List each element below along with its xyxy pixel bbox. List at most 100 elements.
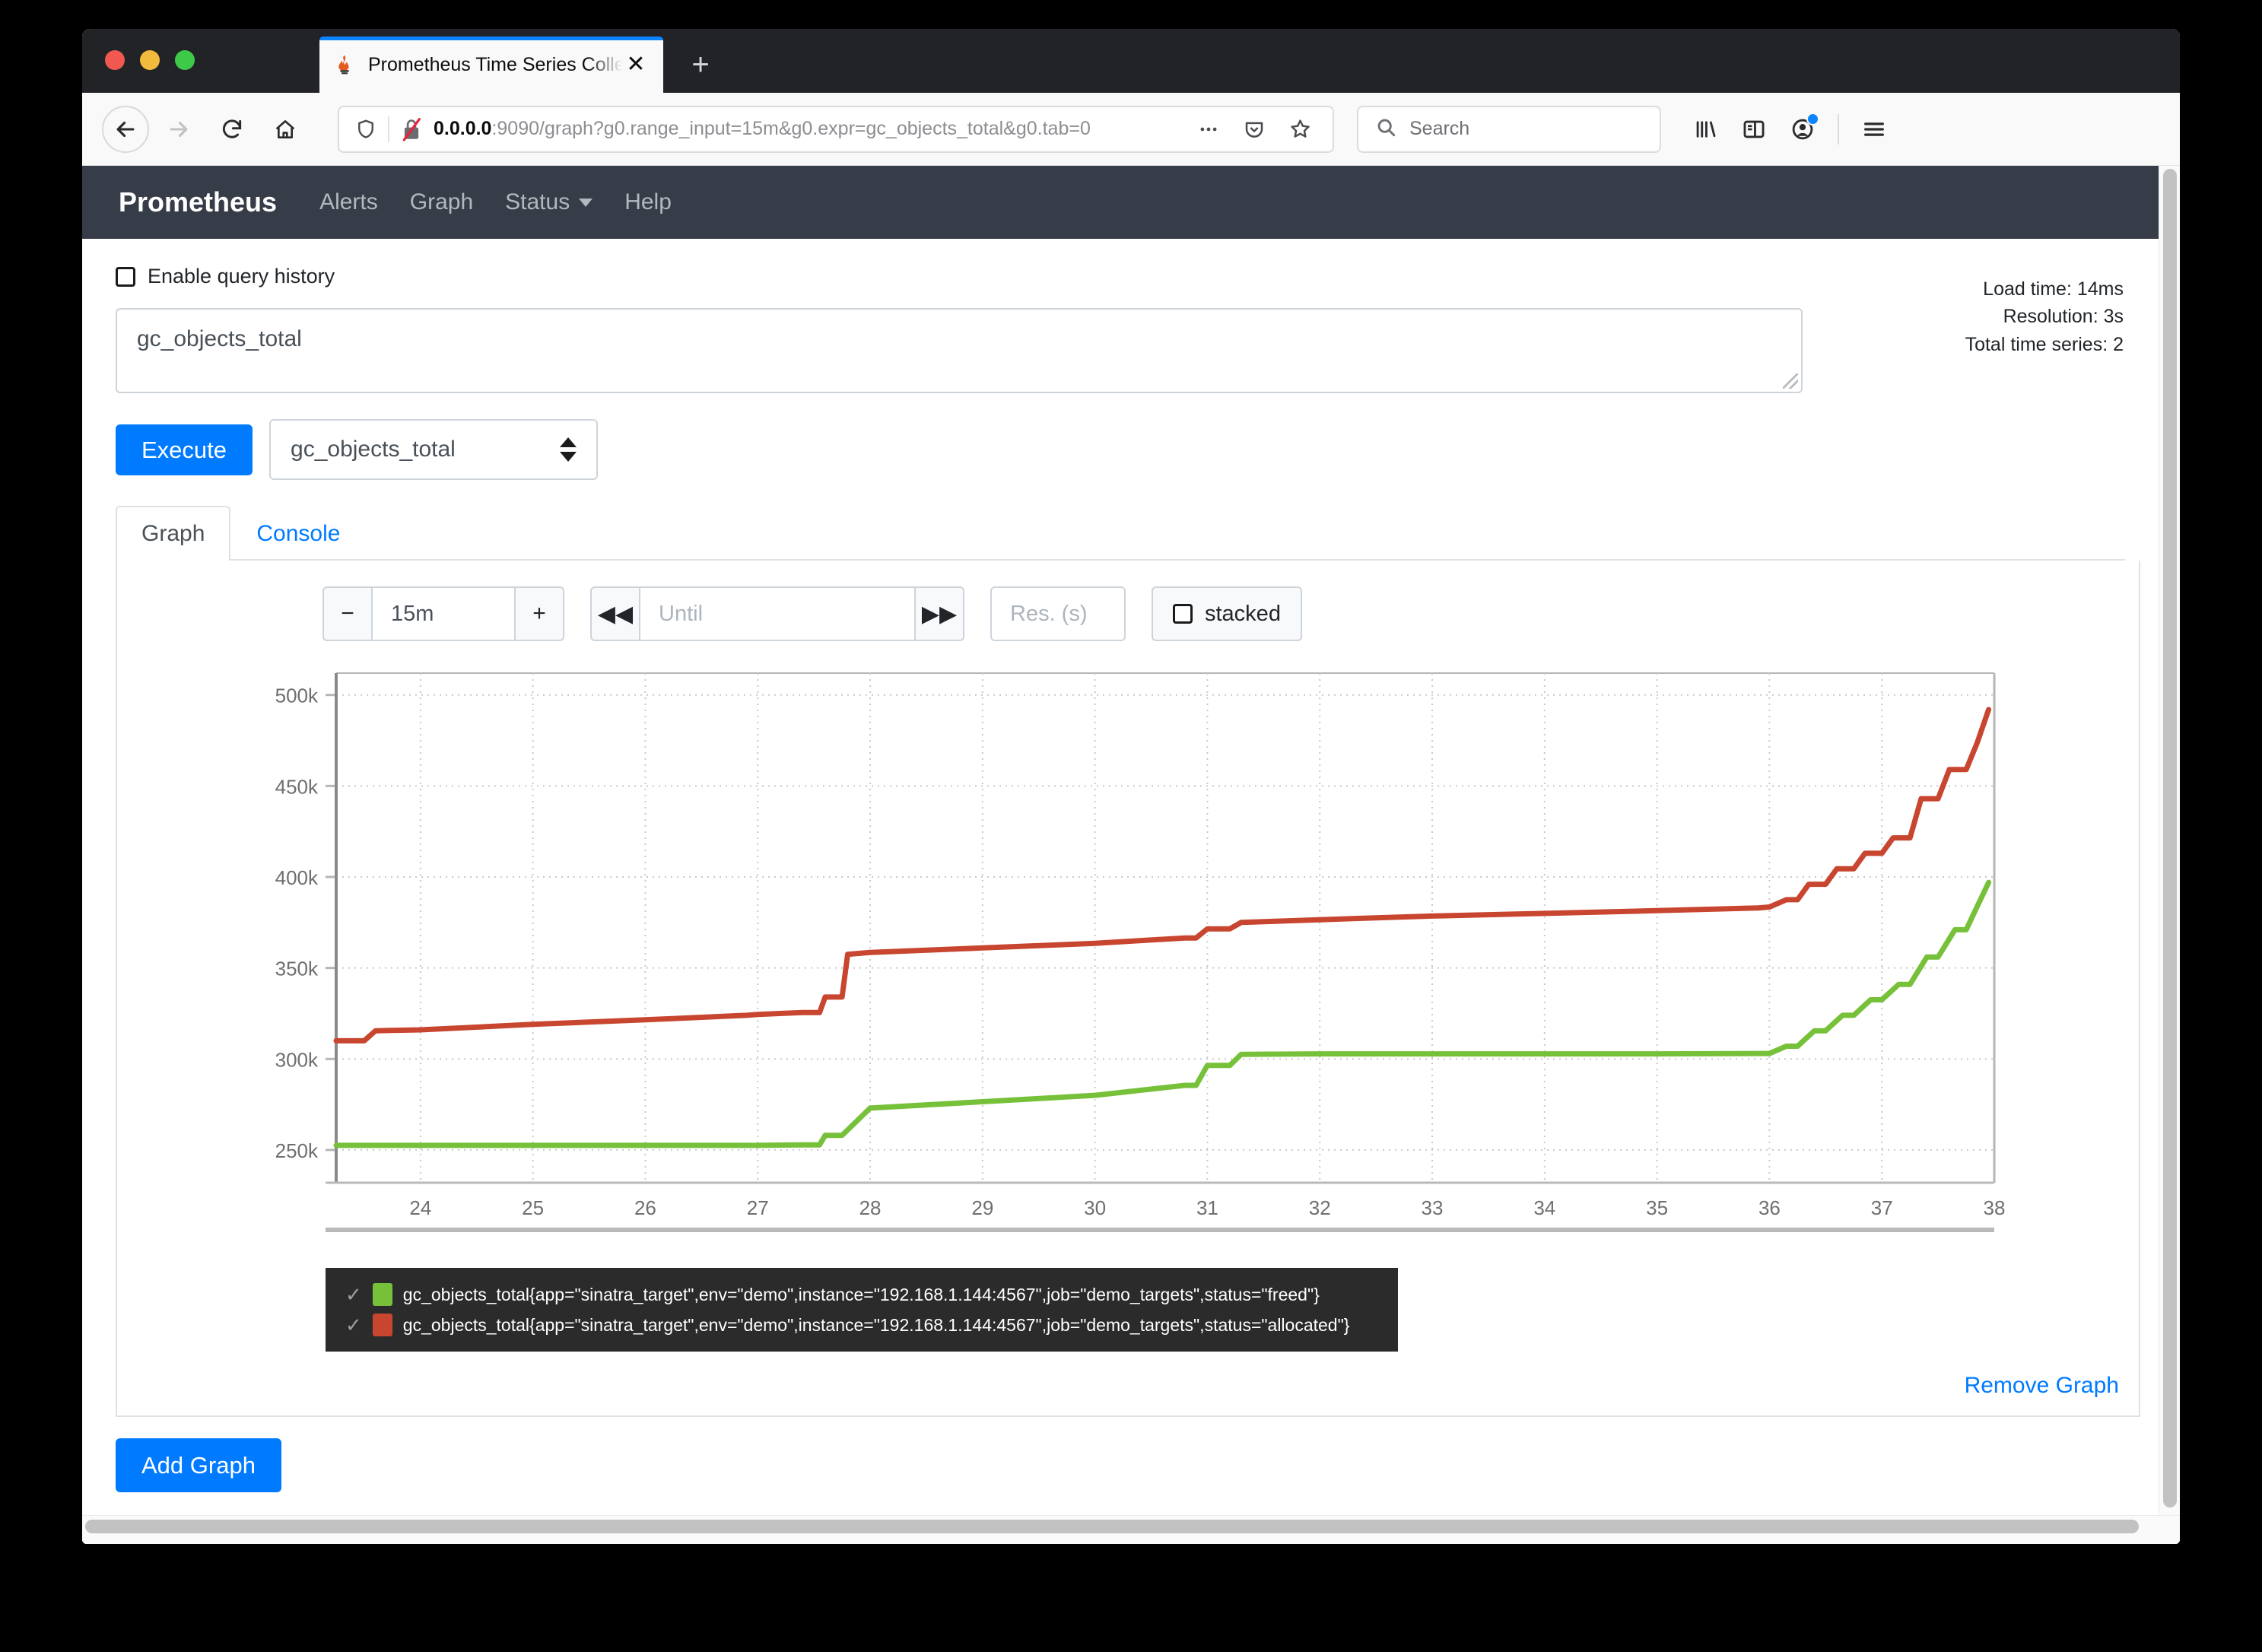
plus-icon[interactable]: + — [683, 47, 718, 82]
maximize-window-button[interactable] — [175, 50, 195, 70]
metric-select-value: gc_objects_total — [291, 437, 456, 462]
until-input[interactable]: Until — [640, 586, 914, 641]
svg-text:30: 30 — [1084, 1196, 1106, 1219]
svg-text:35: 35 — [1646, 1196, 1668, 1219]
reload-icon[interactable] — [208, 106, 256, 153]
toolbar-icons — [1682, 106, 1897, 152]
brand-logo[interactable]: Prometheus — [119, 186, 277, 218]
query-stats: Load time: 14ms Resolution: 3s Total tim… — [1965, 275, 2124, 358]
query-expression-input[interactable]: gc_objects_total — [116, 308, 1803, 393]
horizontal-scrollbar-thumb[interactable] — [85, 1520, 2139, 1533]
pocket-icon[interactable] — [1237, 112, 1272, 147]
prometheus-navbar: Prometheus Alerts Graph Status Help — [82, 166, 2159, 239]
url-text: 0.0.0.0:9090/graph?g0.range_input=15m&g0… — [434, 118, 1091, 139]
nav-link-help[interactable]: Help — [624, 189, 672, 215]
vertical-scrollbar[interactable] — [2159, 166, 2180, 1544]
menu-icon[interactable] — [1851, 106, 1897, 152]
check-icon: ✓ — [345, 1314, 362, 1336]
vertical-scrollbar-thumb[interactable] — [2163, 169, 2177, 1507]
tab-console[interactable]: Console — [230, 506, 366, 561]
toolbar-divider — [1838, 113, 1839, 145]
nav-link-help-label: Help — [624, 189, 672, 214]
resolution-input[interactable]: Res. (s) — [990, 586, 1126, 641]
add-graph-row: Add Graph — [116, 1417, 2125, 1492]
minus-icon[interactable]: − — [322, 586, 373, 641]
nav-link-status[interactable]: Status — [505, 189, 593, 215]
nav-link-status-label: Status — [505, 189, 570, 214]
svg-text:27: 27 — [747, 1196, 769, 1219]
check-icon: ✓ — [345, 1283, 362, 1306]
time-group: ◀◀ Until ▶▶ — [590, 586, 964, 641]
tab-graph[interactable]: Graph — [116, 506, 231, 561]
shield-icon[interactable] — [354, 118, 377, 141]
legend-item[interactable]: ✓ gc_objects_total{app="sinatra_target",… — [345, 1314, 1378, 1336]
account-badge — [1806, 112, 1819, 125]
remove-graph-row: Remove Graph — [117, 1352, 2142, 1415]
chart-legend: ✓ gc_objects_total{app="sinatra_target",… — [326, 1268, 1398, 1352]
sidebar-icon[interactable] — [1731, 106, 1777, 152]
execute-row: Execute gc_objects_total — [116, 419, 2125, 480]
search-placeholder: Search — [1409, 118, 1470, 139]
stacked-checkbox[interactable] — [1173, 604, 1193, 624]
svg-text:31: 31 — [1196, 1196, 1218, 1219]
search-input[interactable]: Search — [1357, 105, 1661, 153]
query-history-row: Enable query history — [116, 265, 2125, 288]
horizontal-scrollbar[interactable] — [82, 1515, 2180, 1544]
resolution-text: Resolution: 3s — [2003, 306, 2124, 328]
library-icon[interactable] — [1682, 106, 1728, 152]
plus-icon[interactable]: + — [514, 586, 564, 641]
svg-text:32: 32 — [1309, 1196, 1331, 1219]
metric-select[interactable]: gc_objects_total — [269, 419, 599, 480]
home-icon[interactable] — [262, 106, 309, 153]
svg-text:350k: 350k — [275, 958, 319, 980]
window-controls — [105, 50, 195, 70]
svg-text:400k: 400k — [275, 866, 319, 889]
stacked-toggle[interactable]: stacked — [1152, 586, 1302, 641]
arrow-right-icon[interactable] — [155, 106, 202, 153]
svg-text:250k: 250k — [275, 1139, 319, 1162]
view-tabs: Graph Console — [116, 506, 2125, 561]
stacked-label: stacked — [1205, 601, 1281, 626]
prometheus-flame-icon — [333, 53, 356, 76]
svg-text:24: 24 — [409, 1196, 431, 1219]
page-body: Enable query history gc_objects_total Lo… — [82, 239, 2159, 1492]
remove-graph-link[interactable]: Remove Graph — [1965, 1373, 2119, 1398]
ellipsis-icon[interactable] — [1191, 112, 1226, 147]
legend-label: gc_objects_total{app="sinatra_target",en… — [402, 1284, 1320, 1304]
nav-link-alerts[interactable]: Alerts — [319, 189, 378, 215]
legend-color-swatch — [372, 1314, 392, 1336]
svg-text:450k: 450k — [275, 775, 319, 798]
close-icon[interactable]: ✕ — [622, 51, 650, 78]
graph-panel: − 15m + ◀◀ Until ▶▶ Res. (s) stacked 250… — [116, 561, 2140, 1417]
navigation-toolbar: 0.0.0.0:9090/graph?g0.range_input=15m&g0… — [82, 93, 2180, 166]
nav-link-alerts-label: Alerts — [319, 189, 378, 214]
broken-lock-icon[interactable] — [400, 116, 423, 142]
double-chevron-right-icon[interactable]: ▶▶ — [914, 586, 964, 641]
time-series-chart[interactable]: 250k 300k 350k 400k 450k 500k 24 25 26 27 28 29 30 31… — [129, 667, 2023, 1268]
account-icon[interactable] — [1780, 106, 1825, 152]
legend-item[interactable]: ✓ gc_objects_total{app="sinatra_target",… — [345, 1283, 1378, 1306]
range-input[interactable]: 15m — [373, 586, 514, 641]
minimize-window-button[interactable] — [140, 50, 160, 70]
enable-query-history-label: Enable query history — [148, 265, 335, 288]
add-graph-button[interactable]: Add Graph — [116, 1438, 281, 1492]
url-bar[interactable]: 0.0.0.0:9090/graph?g0.range_input=15m&g0… — [338, 105, 1334, 153]
double-chevron-left-icon[interactable]: ◀◀ — [590, 586, 640, 641]
close-window-button[interactable] — [105, 50, 125, 70]
arrow-left-icon[interactable] — [102, 105, 149, 153]
browser-tab[interactable]: Prometheus Time Series Collect ✕ — [319, 37, 663, 93]
enable-query-history-checkbox[interactable] — [116, 266, 135, 287]
browser-window: Prometheus Time Series Collect ✕ + 0.0.0… — [82, 29, 2180, 1544]
load-time-text: Load time: 14ms — [1983, 278, 2124, 300]
graph-toolbar: − 15m + ◀◀ Until ▶▶ Res. (s) stacked — [117, 586, 2139, 641]
legend-color-swatch — [372, 1283, 392, 1306]
star-icon[interactable] — [1282, 112, 1317, 147]
nav-link-graph[interactable]: Graph — [410, 189, 473, 215]
legend-label: gc_objects_total{app="sinatra_target",en… — [402, 1314, 1350, 1335]
execute-button[interactable]: Execute — [116, 424, 253, 475]
svg-text:300k: 300k — [275, 1048, 319, 1071]
prometheus-page: Prometheus Alerts Graph Status Help Enab… — [82, 166, 2159, 1515]
svg-text:38: 38 — [1984, 1196, 2006, 1219]
svg-text:37: 37 — [1871, 1196, 1893, 1219]
chevron-down-icon — [579, 198, 593, 207]
